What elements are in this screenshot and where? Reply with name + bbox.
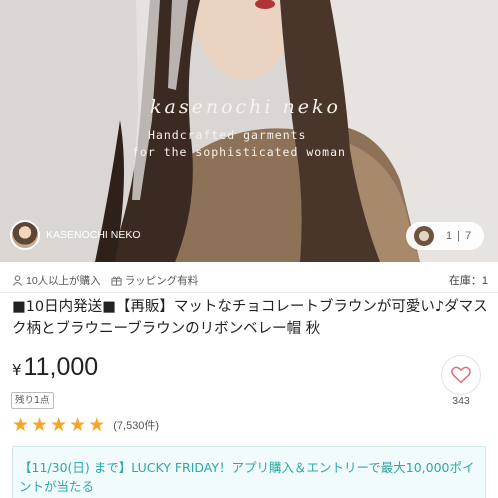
person-icon [12, 274, 23, 286]
favorite-button[interactable] [441, 355, 481, 395]
rating[interactable]: ★ ★ ★ ★ ★ (7,530件) [12, 415, 159, 435]
gallery-thumbnail [414, 226, 434, 246]
purchase-count-text: 10人以上が購入 [26, 274, 101, 287]
wrapping-info: ラッピング有料 [111, 273, 199, 288]
gallery-page-count: 1 | 7 [446, 230, 473, 242]
product-title: ■10日内発送■【再販】マットなチョコレートブラウンが可愛い♪ダマスク柄とブラウ… [12, 299, 488, 337]
purchase-count: 10人以上が購入 [12, 273, 101, 288]
favorite-count: 343 [452, 395, 470, 407]
currency-symbol: ¥ [12, 361, 22, 379]
gallery-page-indicator[interactable]: 1 | 7 [406, 222, 484, 250]
promo-text: 【11/30(日) まで】LUCKY FRIDAY！アプリ購入＆エントリーで最大… [19, 460, 475, 494]
star-icon: ★ [69, 414, 87, 436]
heart-icon [451, 366, 471, 384]
gift-icon [111, 275, 122, 286]
product-meta-row: 10人以上が購入 ラッピング有料 在庫：1 [12, 270, 488, 290]
star-icon: ★ [12, 414, 30, 436]
promo-banner[interactable]: 【11/30(日) まで】LUCKY FRIDAY！アプリ購入＆エントリーで最大… [12, 446, 486, 498]
brand-tagline-1: Handcrafted garments [148, 128, 307, 142]
star-icon: ★ [88, 414, 106, 436]
divider [0, 292, 498, 293]
price-value: 11,000 [23, 353, 99, 381]
product-image-gallery[interactable]: kasenochi neko Handcrafted garments for … [0, 0, 498, 262]
star-icon: ★ [31, 414, 49, 436]
remaining-badge: 残り1点 [11, 392, 54, 409]
shop-link[interactable]: KASENOCHI NEKO [10, 220, 141, 250]
brand-watermark: kasenochi neko [150, 96, 341, 118]
wrapping-text: ラッピング有料 [124, 274, 199, 287]
shop-name: KASENOCHI NEKO [46, 229, 141, 241]
stock-count: 在庫：1 [448, 275, 488, 287]
review-count: (7,530件) [113, 420, 160, 432]
price: ¥ 11,000 [12, 353, 98, 382]
shop-avatar [10, 220, 40, 250]
star-icon: ★ [50, 414, 68, 436]
brand-tagline-2: for the sophisticated woman [132, 145, 346, 159]
